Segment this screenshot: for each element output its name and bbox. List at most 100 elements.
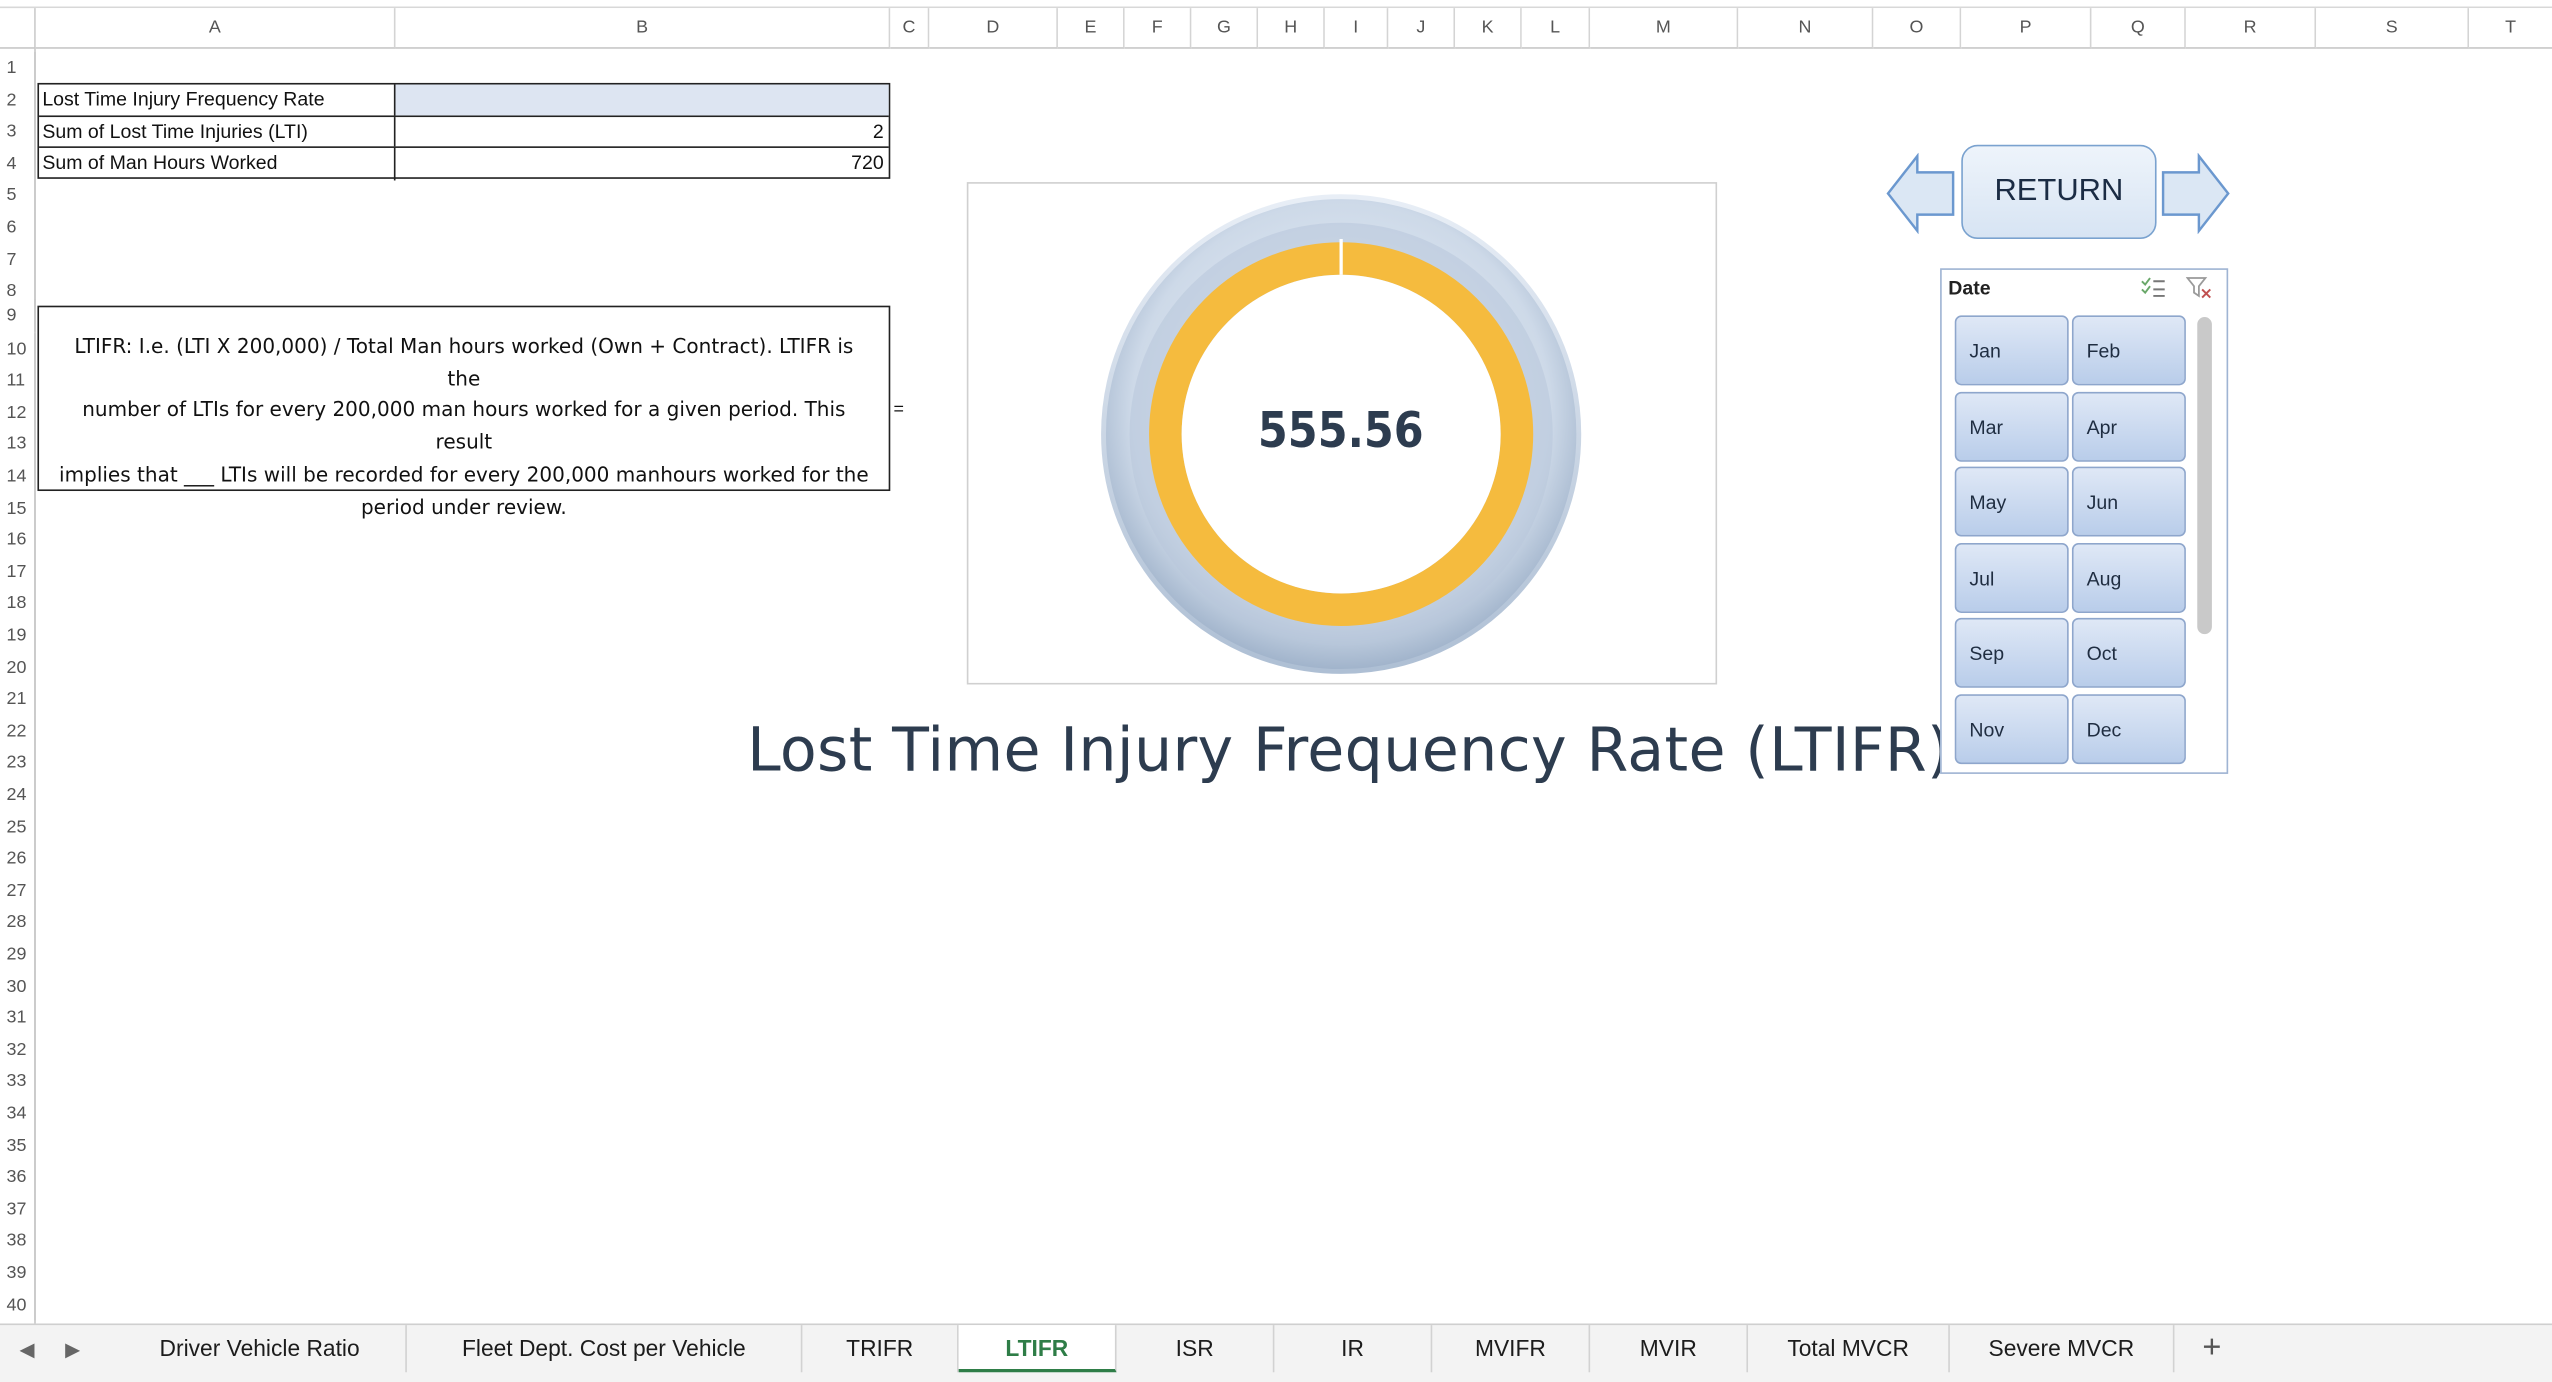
- row-header[interactable]: 36: [0, 1161, 36, 1194]
- column-header-f[interactable]: F: [1124, 8, 1192, 49]
- row-header[interactable]: 9: [0, 299, 36, 332]
- row-header[interactable]: 10: [0, 332, 36, 365]
- left-arrow-icon[interactable]: [1885, 152, 1957, 235]
- tab-trifr[interactable]: TRIFR: [802, 1325, 959, 1373]
- multi-select-icon[interactable]: [2140, 276, 2166, 299]
- row-header[interactable]: 13: [0, 428, 36, 461]
- right-arrow-icon[interactable]: [2160, 152, 2232, 235]
- row-header[interactable]: 38: [0, 1224, 36, 1257]
- column-header-a[interactable]: A: [35, 8, 396, 49]
- tab-fleet-dept-cost[interactable]: Fleet Dept. Cost per Vehicle: [407, 1325, 803, 1373]
- row-header[interactable]: 20: [0, 651, 36, 684]
- slicer-item-jun[interactable]: Jun: [2071, 466, 2186, 537]
- row-header[interactable]: 34: [0, 1097, 36, 1130]
- column-header-b[interactable]: B: [395, 8, 891, 49]
- column-header-j[interactable]: J: [1388, 8, 1456, 49]
- tab-ir[interactable]: IR: [1274, 1325, 1433, 1373]
- equals-cell[interactable]: =: [894, 400, 904, 420]
- table-header-fill-cell[interactable]: [395, 84, 889, 115]
- column-header-r[interactable]: R: [2185, 8, 2317, 49]
- tab-ltifr[interactable]: LTIFR: [958, 1325, 1117, 1373]
- column-header-e[interactable]: E: [1057, 8, 1125, 49]
- scroll-tabs-right-icon[interactable]: ▶: [65, 1338, 80, 1361]
- column-header-c[interactable]: C: [890, 8, 930, 49]
- column-header-t[interactable]: T: [2469, 8, 2552, 49]
- slicer-item-nov[interactable]: Nov: [1954, 693, 2069, 764]
- column-header-l[interactable]: L: [1521, 8, 1591, 49]
- slicer-item-jul[interactable]: Jul: [1954, 542, 2069, 613]
- slicer-item-dec[interactable]: Dec: [2071, 693, 2186, 764]
- tab-mvir[interactable]: MVIR: [1590, 1325, 1749, 1373]
- row-header[interactable]: 6: [0, 211, 36, 244]
- date-slicer[interactable]: Date Jan Feb Mar Apr May Jun Jul Aug Sep…: [1940, 268, 2229, 774]
- row-header[interactable]: 40: [0, 1288, 36, 1321]
- row-header[interactable]: 39: [0, 1256, 36, 1289]
- row-header[interactable]: 29: [0, 938, 36, 971]
- row-header[interactable]: 22: [0, 715, 36, 747]
- column-header-k[interactable]: K: [1455, 8, 1522, 49]
- row-header[interactable]: 17: [0, 555, 36, 588]
- row-header[interactable]: 21: [0, 683, 36, 716]
- gauge-chart[interactable]: 555.56: [966, 182, 1718, 685]
- row-header[interactable]: 30: [0, 970, 36, 1002]
- column-header-i[interactable]: I: [1324, 8, 1389, 49]
- row-header[interactable]: 5: [0, 179, 36, 212]
- row-header[interactable]: 35: [0, 1129, 36, 1162]
- row-header[interactable]: 15: [0, 491, 36, 524]
- row-header[interactable]: 4: [0, 147, 36, 180]
- slicer-item-may[interactable]: May: [1954, 466, 2069, 537]
- row-header[interactable]: 16: [0, 523, 36, 556]
- tab-mvifr[interactable]: MVIFR: [1432, 1325, 1591, 1373]
- slicer-item-mar[interactable]: Mar: [1954, 391, 2069, 461]
- slicer-item-sep[interactable]: Sep: [1954, 617, 2069, 688]
- row-header[interactable]: 1: [0, 52, 36, 84]
- clear-filter-icon[interactable]: [2185, 276, 2212, 299]
- row-header[interactable]: 12: [0, 396, 36, 429]
- row-header[interactable]: 18: [0, 587, 36, 620]
- column-header-o[interactable]: O: [1873, 8, 1962, 49]
- lti-label-cell[interactable]: Sum of Lost Time Injuries (LTI): [39, 116, 396, 147]
- column-header-n[interactable]: N: [1738, 8, 1874, 49]
- tab-isr[interactable]: ISR: [1117, 1325, 1275, 1373]
- row-header[interactable]: 27: [0, 874, 36, 907]
- column-header-s[interactable]: S: [2316, 8, 2470, 49]
- row-header[interactable]: 31: [0, 1001, 36, 1034]
- row-header[interactable]: 14: [0, 460, 36, 492]
- row-header[interactable]: 26: [0, 842, 36, 875]
- row-header[interactable]: 33: [0, 1065, 36, 1098]
- ltifr-definition-note[interactable]: LTIFR: I.e. (LTI X 200,000) / Total Man …: [37, 305, 891, 518]
- column-header-g[interactable]: G: [1191, 8, 1259, 49]
- row-header[interactable]: 23: [0, 746, 36, 779]
- row-header[interactable]: 25: [0, 810, 36, 843]
- tab-total-mvcr[interactable]: Total MVCR: [1748, 1325, 1950, 1373]
- column-header-d[interactable]: D: [929, 8, 1058, 49]
- slicer-item-oct[interactable]: Oct: [2071, 617, 2186, 688]
- row-header[interactable]: 2: [0, 83, 36, 116]
- slicer-item-aug[interactable]: Aug: [2071, 542, 2186, 613]
- row-header[interactable]: 24: [0, 778, 36, 811]
- table-title-cell[interactable]: Lost Time Injury Frequency Rate: [39, 84, 396, 115]
- row-header[interactable]: 7: [0, 243, 36, 276]
- return-button[interactable]: RETURN: [1961, 144, 2157, 240]
- tab-driver-vehicle-ratio[interactable]: Driver Vehicle Ratio: [114, 1325, 407, 1373]
- column-header-p[interactable]: P: [1961, 8, 2092, 49]
- row-header[interactable]: 32: [0, 1033, 36, 1066]
- tab-severe-mvcr[interactable]: Severe MVCR: [1950, 1325, 2175, 1373]
- column-header-m[interactable]: M: [1590, 8, 1739, 49]
- row-header[interactable]: 11: [0, 364, 36, 397]
- slicer-item-jan[interactable]: Jan: [1954, 315, 2069, 386]
- slicer-item-feb[interactable]: Feb: [2071, 315, 2186, 386]
- slicer-item-apr[interactable]: Apr: [2071, 391, 2186, 461]
- row-header[interactable]: 28: [0, 906, 36, 939]
- add-sheet-button[interactable]: +: [2194, 1325, 2230, 1372]
- scroll-tabs-left-icon[interactable]: ◀: [20, 1338, 35, 1361]
- man-hours-value-cell[interactable]: 720: [396, 148, 889, 180]
- slicer-scrollbar[interactable]: [2197, 317, 2212, 635]
- man-hours-label-cell[interactable]: Sum of Man Hours Worked: [39, 148, 396, 181]
- row-header[interactable]: 3: [0, 115, 36, 148]
- lti-value-cell[interactable]: 2: [396, 116, 889, 146]
- select-all-corner[interactable]: [0, 8, 36, 49]
- column-header-h[interactable]: H: [1258, 8, 1325, 49]
- row-header[interactable]: 37: [0, 1193, 36, 1225]
- column-header-q[interactable]: Q: [2091, 8, 2186, 49]
